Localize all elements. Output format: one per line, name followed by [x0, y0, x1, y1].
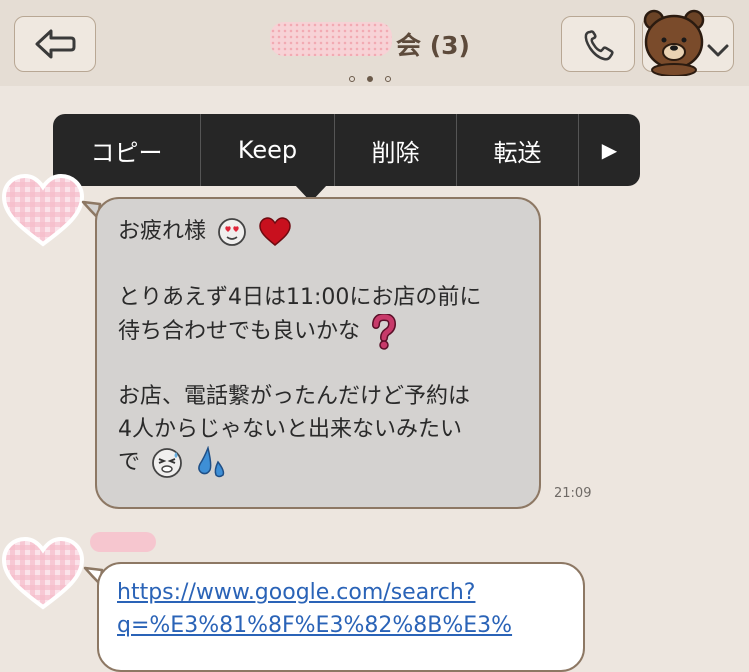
- water-drops-icon: [198, 446, 225, 478]
- message-text: お疲れ様 とりあえず4日は11:00にお店の前に 待ち合わせでも良いかな お店、…: [118, 215, 528, 479]
- message-line: お疲れ様: [118, 215, 528, 248]
- red-heart-icon: [259, 217, 291, 246]
- url-link[interactable]: https://www.google.com/search? q=%E3%81%…: [117, 576, 557, 642]
- message-line: とりあえず4日は11:00にお店の前に: [118, 285, 482, 310]
- call-button[interactable]: [561, 16, 635, 72]
- chevron-down-icon[interactable]: [706, 42, 730, 60]
- message-line: で: [118, 446, 528, 479]
- heart-eyes-face-icon: [218, 218, 246, 246]
- forward-menu-item[interactable]: 転送: [457, 114, 579, 186]
- brown-bear-icon[interactable]: [642, 6, 706, 76]
- message-gap: [118, 248, 528, 281]
- message-context-menu: コピー Keep 削除 転送 ▶: [53, 114, 640, 186]
- page-dot-active: [367, 76, 373, 82]
- sweat-face-icon: [152, 448, 182, 478]
- heart-avatar[interactable]: [0, 172, 86, 248]
- delete-menu-item[interactable]: 削除: [335, 114, 457, 186]
- page-dot: [385, 76, 391, 82]
- heart-avatar[interactable]: [0, 535, 86, 611]
- message-line: お店、電話繋がったんだけど予約は: [118, 384, 471, 409]
- keep-menu-item[interactable]: Keep: [201, 114, 335, 186]
- chat-title: 会 (3): [270, 22, 490, 60]
- message-timestamp: 21:09: [554, 486, 592, 501]
- title-redaction: [270, 22, 392, 56]
- page-indicator: [349, 67, 403, 86]
- question-mark-icon: [372, 314, 397, 350]
- back-arrow-icon: [35, 29, 76, 59]
- message-line: 4人からじゃないと出来ないみたい: [118, 417, 462, 442]
- url-link-line[interactable]: https://www.google.com/search?: [117, 576, 557, 609]
- message-line: 待ち合わせでも良いかな: [118, 314, 528, 350]
- page-dot: [349, 76, 355, 82]
- title-text: 会 (3): [396, 31, 470, 60]
- message-gap: [118, 347, 528, 380]
- back-button[interactable]: [14, 16, 96, 72]
- phone-icon: [584, 30, 614, 61]
- sender-name-redaction: [90, 532, 156, 552]
- url-link-line[interactable]: q=%E3%81%8F%E3%82%8B%E3%: [117, 609, 557, 642]
- chat-header: 会 (3): [0, 0, 749, 86]
- more-menu-arrow[interactable]: ▶: [579, 114, 640, 186]
